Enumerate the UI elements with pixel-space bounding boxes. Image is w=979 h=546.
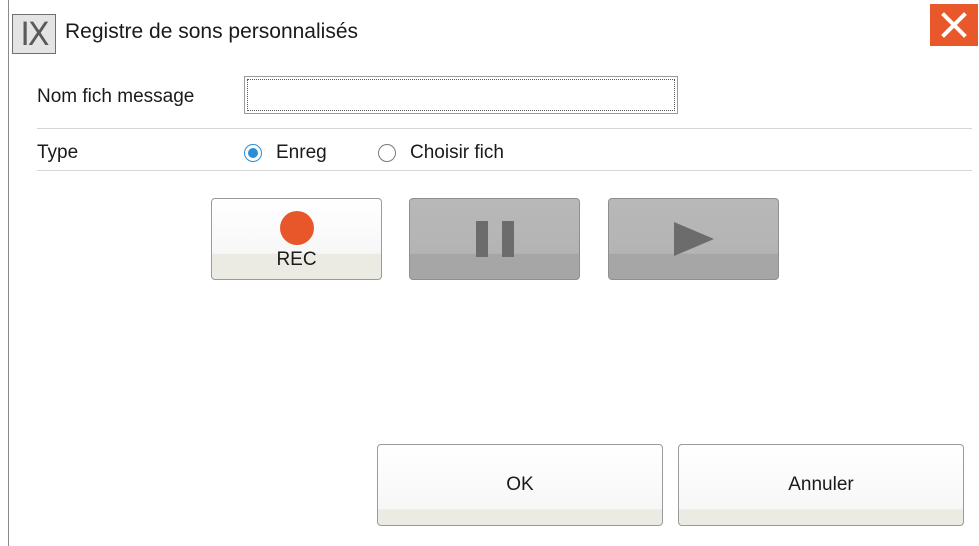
dialog-title: Registre de sons personnalisés	[65, 20, 358, 43]
custom-sound-dialog: IX Registre de sons personnalisés Nom fi…	[8, 0, 979, 546]
app-logo-icon: IX	[12, 14, 56, 54]
pause-button[interactable]	[409, 198, 580, 280]
radio-choose-file[interactable]: Choisir fich	[378, 142, 504, 164]
title-bar: IX Registre de sons personnalisés	[9, 0, 979, 65]
filename-label: Nom fich message	[37, 86, 195, 107]
radio-record-label: Enreg	[276, 142, 327, 163]
divider	[37, 128, 972, 129]
record-label: REC	[276, 249, 317, 270]
record-dot-icon	[280, 211, 314, 245]
radio-record[interactable]: Enreg	[244, 142, 327, 164]
close-button[interactable]	[930, 4, 978, 46]
radio-checked-icon	[244, 144, 262, 162]
close-x-icon	[941, 12, 967, 38]
ok-button[interactable]: OK	[377, 444, 663, 526]
radio-choose-file-label: Choisir fich	[410, 142, 504, 163]
play-icon	[674, 222, 714, 256]
divider	[37, 170, 972, 171]
cancel-button[interactable]: Annuler	[678, 444, 964, 526]
record-button[interactable]: REC	[211, 198, 382, 280]
play-button[interactable]	[608, 198, 779, 280]
type-label: Type	[37, 142, 79, 163]
radio-unchecked-icon	[378, 144, 396, 162]
filename-input[interactable]	[244, 76, 678, 114]
